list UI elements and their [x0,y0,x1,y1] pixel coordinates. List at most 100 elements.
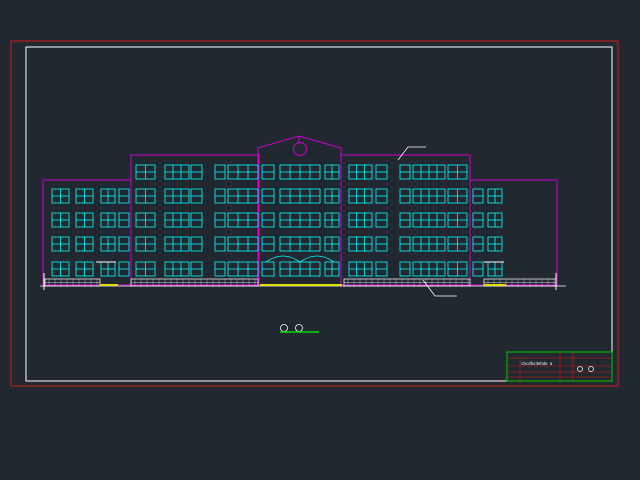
window [472,212,484,228]
window [348,212,373,228]
window [227,236,259,252]
window [324,164,340,180]
window [100,261,116,277]
window [118,236,130,252]
window [164,212,190,228]
title-block: cbcdhsdehde a [506,351,613,382]
annotation-leader-top [397,146,426,161]
window [190,188,203,204]
window [118,212,130,228]
wall-center-entrance [257,135,342,285]
title-block-marker-left [577,366,583,372]
window [51,236,70,252]
window [135,188,156,204]
title-block-marker-right [588,366,594,372]
window [375,188,388,204]
window [375,164,388,180]
window [135,236,156,252]
window [227,212,259,228]
window [399,188,411,204]
window [164,236,190,252]
outer-sheet-border [10,40,619,387]
center-oculus [293,142,307,156]
window [447,212,468,228]
window [227,188,259,204]
window [412,212,446,228]
window [279,164,321,180]
window [51,261,70,277]
window [279,261,321,277]
window [399,164,411,180]
window [75,236,94,252]
window [164,164,190,180]
window [214,188,226,204]
window [100,212,116,228]
window [261,236,275,252]
window [164,188,190,204]
window [399,236,411,252]
window [487,236,503,252]
window [51,212,70,228]
window [375,212,388,228]
window [75,212,94,228]
window [261,212,275,228]
window [75,188,94,204]
window [375,261,388,277]
window [100,236,116,252]
window [399,212,411,228]
window [214,236,226,252]
window [261,188,275,204]
window [412,236,446,252]
window [214,164,226,180]
cad-drawing-canvas: cbcdhsdehde a [10,40,619,387]
window [447,236,468,252]
window [214,261,226,277]
window [348,236,373,252]
window [227,164,259,180]
title-marker-circle-left [280,324,288,332]
window [348,261,373,277]
window [100,188,116,204]
window [190,261,203,277]
building-windows [51,164,503,277]
window [190,236,203,252]
window [324,212,340,228]
window [375,236,388,252]
window [472,236,484,252]
title-marker-circle-right [295,324,303,332]
window [261,261,275,277]
window [135,164,156,180]
window [324,188,340,204]
title-block-frame [506,351,613,382]
window [447,164,468,180]
window [227,261,259,277]
window [135,212,156,228]
window [487,261,503,277]
window [118,188,130,204]
window [487,212,503,228]
window [135,261,156,277]
title-block-title: cbcdhsdehde a [521,361,553,366]
window [324,236,340,252]
window [190,212,203,228]
window [190,164,203,180]
window [164,261,190,277]
window [348,164,373,180]
window [412,188,446,204]
window [412,164,446,180]
elevation-title-marker [280,324,319,333]
window [447,188,468,204]
window [279,212,321,228]
building-elevation [40,135,566,290]
window [348,188,373,204]
window [487,188,503,204]
window [279,236,321,252]
window [214,212,226,228]
window [118,261,130,277]
entrance-canopy-right [299,255,335,263]
window [472,261,484,277]
entrance-canopy-left [265,255,301,263]
inner-sheet-border [25,46,613,382]
window [447,261,468,277]
window [324,261,340,277]
